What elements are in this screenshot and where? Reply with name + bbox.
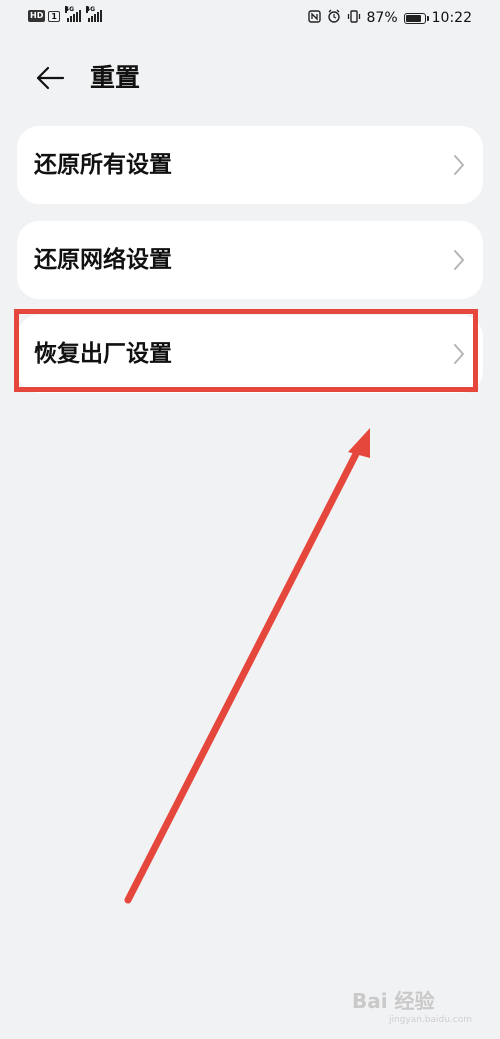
annotation-arrow	[124, 428, 370, 904]
watermark-url: jingyan.baidu.com	[388, 1015, 472, 1025]
watermark: Bai 经验 jingyan.baidu.com	[352, 985, 472, 1025]
watermark-logo: Bai 经验	[352, 989, 435, 1013]
